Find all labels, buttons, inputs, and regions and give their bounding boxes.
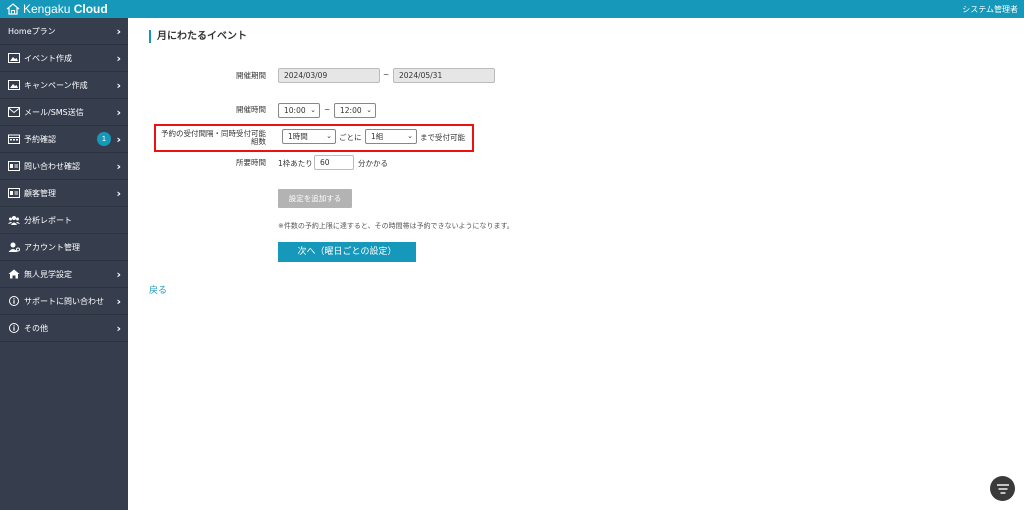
user-gear-icon (8, 242, 20, 252)
logo-text: Kengaku Cloud (23, 2, 108, 16)
sidebar-item-reservation-check[interactable]: 予約確認 1 › (0, 126, 128, 153)
interval-select[interactable]: 1時間 ⌄ (282, 129, 336, 144)
home-icon (8, 269, 20, 279)
sidebar-item-account-management[interactable]: アカウント管理 (0, 234, 128, 261)
sidebar-item-label: サポートに問い合わせ (24, 296, 104, 306)
chevron-down-icon: ⌄ (310, 106, 316, 114)
time-label: 開催時間 (236, 105, 266, 114)
reservation-label-line2: 組数 (251, 137, 266, 146)
add-setting-button[interactable]: 設定を追加する (278, 189, 352, 208)
time-separator: ~ (324, 105, 331, 114)
id-card-icon (8, 161, 20, 171)
mail-icon (8, 107, 20, 117)
period-end-field[interactable]: 2024/05/31 (393, 68, 495, 83)
sidebar-item-label: イベント作成 (24, 53, 72, 63)
sidebar: Homeプラン › イベント作成 › キャンペーン作成 › メール/SMS送信 … (0, 18, 128, 510)
duration-prefix: 1枠あたり (278, 159, 313, 168)
id-card-icon (8, 188, 20, 198)
sidebar-item-label: Homeプラン (8, 26, 56, 36)
chevron-right-icon: › (116, 52, 121, 65)
interval-value: 1時間 (288, 132, 308, 141)
chevron-right-icon: › (116, 187, 121, 200)
sidebar-item-inquiry-check[interactable]: 問い合わせ確認 › (0, 153, 128, 180)
chevron-right-icon: › (116, 79, 121, 92)
chevron-down-icon: ⌄ (366, 106, 372, 114)
duration-input[interactable]: 60 (314, 155, 354, 170)
chevron-right-icon: › (116, 25, 121, 38)
reservation-label: 予約の受付間隔・同時受付可能 組数 (158, 130, 266, 146)
sidebar-item-label: アカウント管理 (24, 242, 80, 252)
sidebar-item-label: 予約確認 (24, 134, 56, 144)
users-icon (8, 216, 20, 225)
duration-label: 所要時間 (236, 158, 266, 167)
sidebar-item-label: 顧客管理 (24, 188, 56, 198)
image-icon (8, 80, 20, 90)
next-button[interactable]: 次へ（曜日ごとの設定） (278, 242, 416, 262)
sidebar-item-label: 問い合わせ確認 (24, 161, 80, 171)
info-icon (9, 323, 19, 333)
reservation-label-line1: 予約の受付間隔・同時受付可能 (161, 129, 266, 138)
floating-menu-button[interactable] (990, 476, 1015, 501)
calendar-icon (8, 134, 20, 144)
sidebar-item-label: キャンペーン作成 (24, 80, 88, 90)
chevron-right-icon: › (116, 133, 121, 146)
time-end-value: 12:00 (340, 106, 362, 115)
sidebar-item-support-contact[interactable]: サポートに問い合わせ › (0, 288, 128, 315)
note-text: ※件数の予約上限に達すると、その時間帯は予約できないようになります。 (278, 222, 514, 230)
admin-label[interactable]: システム管理者 (962, 4, 1018, 15)
notification-badge: 1 (97, 132, 111, 146)
house-logo-icon (6, 3, 20, 15)
sidebar-item-mail-sms[interactable]: メール/SMS送信 › (0, 99, 128, 126)
sidebar-item-customer-management[interactable]: 顧客管理 › (0, 180, 128, 207)
sidebar-item-unmanned-tour[interactable]: 無人見学設定 › (0, 261, 128, 288)
sidebar-item-home-plan[interactable]: Homeプラン › (0, 18, 128, 45)
sidebar-item-other[interactable]: その他 › (0, 315, 128, 342)
image-icon (8, 53, 20, 63)
page-title: 月にわたるイベント (149, 30, 247, 43)
chevron-right-icon: › (116, 160, 121, 173)
reservation-suffix: まで受付可能 (420, 133, 465, 142)
every-text: ごとに (339, 133, 362, 142)
logo[interactable]: Kengaku Cloud (6, 2, 108, 16)
time-end-select[interactable]: 12:00 ⌄ (334, 103, 376, 118)
filter-lines-icon (996, 483, 1009, 494)
main-content: 月にわたるイベント 開催期間 2024/03/09 ~ 2024/05/31 開… (128, 18, 1024, 510)
chevron-right-icon: › (116, 322, 121, 335)
sidebar-item-campaign-create[interactable]: キャンペーン作成 › (0, 72, 128, 99)
sidebar-item-analysis-report[interactable]: 分析レポート (0, 207, 128, 234)
chevron-right-icon: › (116, 106, 121, 119)
sidebar-item-label: その他 (24, 323, 48, 333)
chevron-down-icon: ⌄ (407, 132, 413, 140)
period-start-field[interactable]: 2024/03/09 (278, 68, 380, 83)
chevron-right-icon: › (116, 295, 121, 308)
chevron-right-icon: › (116, 268, 121, 281)
time-start-value: 10:00 (284, 106, 306, 115)
sidebar-item-label: 無人見学設定 (24, 269, 72, 279)
sidebar-item-label: メール/SMS送信 (24, 107, 84, 117)
duration-suffix: 分かかる (358, 159, 388, 168)
info-icon (9, 296, 19, 306)
chevron-down-icon: ⌄ (326, 132, 332, 140)
time-start-select[interactable]: 10:00 ⌄ (278, 103, 320, 118)
top-bar: Kengaku Cloud システム管理者 (0, 0, 1024, 18)
period-label: 開催期間 (236, 71, 266, 80)
groups-value: 1組 (371, 132, 384, 141)
sidebar-item-label: 分析レポート (24, 215, 72, 225)
back-link[interactable]: 戻る (149, 283, 167, 296)
sidebar-item-event-create[interactable]: イベント作成 › (0, 45, 128, 72)
groups-select[interactable]: 1組 ⌄ (365, 129, 417, 144)
period-separator: ~ (383, 70, 390, 79)
